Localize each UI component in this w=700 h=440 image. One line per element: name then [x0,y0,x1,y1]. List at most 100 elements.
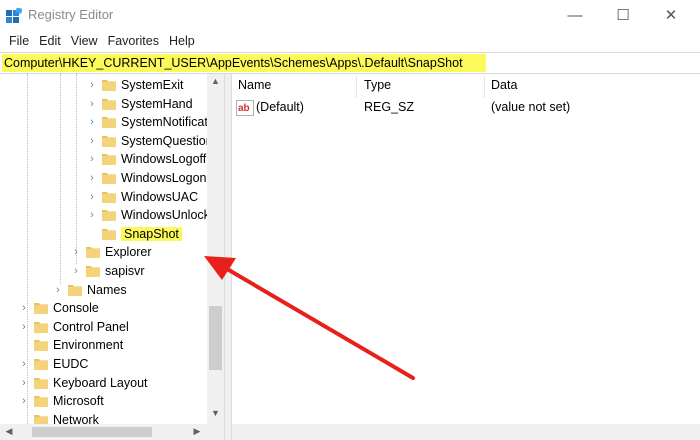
tree-vertical-scrollbar[interactable]: ▲ ▼ [207,74,224,424]
folder-icon [68,284,82,296]
tree-scroll-thumb[interactable] [209,306,222,370]
scroll-up-arrow-icon[interactable]: ▲ [207,76,224,86]
tree-item-keyboard-layout[interactable]: › Keyboard Layout [18,374,148,392]
tree-item-label: WindowsUnlock [121,208,210,223]
tree-item-label: WindowsUAC [121,189,199,204]
menu-edit[interactable]: Edit [34,34,66,48]
tree-item-label: WindowsLogoff [121,152,207,167]
expand-chevron-icon[interactable]: › [18,377,30,389]
folder-icon [102,116,116,129]
tree-item-label: Control Panel [53,319,129,334]
expand-chevron-icon[interactable]: › [18,395,30,407]
expand-chevron-icon[interactable]: › [18,358,30,370]
tree-item-label: SystemExit [121,78,184,92]
tree-item-console[interactable]: › Console [18,299,99,317]
close-button[interactable]: ✕ [648,0,694,30]
expand-chevron-icon[interactable]: › [86,172,98,184]
maximize-icon: ☐ [616,7,630,24]
key-tree-pane: › SystemExit › SystemHand › SystemNotificat › S… [0,74,224,440]
folder-icon [102,172,116,184]
folder-icon [102,98,116,110]
tree-item-label: sapisvr [105,264,145,278]
expand-chevron-icon[interactable]: › [86,135,98,147]
tree-item-label: Explorer [105,245,152,260]
values-horizontal-scrollbar[interactable] [232,424,700,440]
address-path[interactable]: Computer\HKEY_CURRENT_USER\AppEvents\Sch… [2,54,486,72]
tree-item-snapshot[interactable]: SnapShot [86,225,182,243]
column-separator[interactable] [484,76,485,98]
column-separator[interactable] [356,76,357,98]
tree-item-label: SnapShot [121,226,182,241]
tree-item-label: Names [87,282,127,297]
close-icon: ✕ [664,7,678,24]
folder-icon [102,135,116,147]
svg-text:ab: ab [238,103,250,114]
scroll-left-arrow-icon[interactable]: ◀ [4,426,14,437]
folder-icon [102,79,116,91]
folder-icon [102,191,116,203]
column-header-data[interactable]: Data [491,78,517,92]
scroll-down-arrow-icon[interactable]: ▼ [207,408,224,418]
tree-guide-line [60,74,61,284]
values-list-pane: Name Type Data ab (Default) REG_SZ (valu… [232,74,700,440]
folder-icon [34,377,48,389]
tree-item-systemquestion[interactable]: › SystemQuestion [86,132,213,150]
expand-chevron-icon[interactable]: › [18,302,30,314]
tree-item-sapisvr[interactable]: › sapisvr [70,262,145,280]
maximize-button[interactable]: ☐ [600,0,646,30]
tree-horizontal-scrollbar[interactable]: ◀ ▶ [0,424,224,440]
folder-icon [34,358,48,370]
menu-help[interactable]: Help [164,34,200,48]
tree-item-systemnotificat[interactable]: › SystemNotificat [86,113,208,131]
column-header-type[interactable]: Type [364,78,391,92]
window-title: Registry Editor [28,7,114,22]
tree-item-names[interactable]: › Names [52,281,127,299]
expand-chevron-icon[interactable]: › [70,246,82,258]
expand-chevron-icon[interactable]: › [86,116,98,128]
pane-splitter[interactable] [224,74,232,440]
tree-item-microsoft[interactable]: › Microsoft [18,392,104,410]
expand-chevron-icon[interactable]: › [86,153,98,165]
menu-file[interactable]: File [4,34,34,48]
value-name: (Default) [256,100,304,114]
tree-item-windowsunlock[interactable]: › WindowsUnlock [86,206,210,224]
tree-item-systemhand[interactable]: › SystemHand [86,95,192,113]
tree-item-label: Microsoft [53,394,104,409]
tree-hscroll-thumb[interactable] [32,427,152,437]
tree-item-control-panel[interactable]: › Control Panel [18,318,129,336]
tree-item-windowsuac[interactable]: › WindowsUAC [86,188,198,206]
folder-icon [86,265,100,277]
tree-item-label: Console [53,301,99,316]
folder-icon [34,321,48,333]
tree-item-eudc[interactable]: › EUDC [18,355,88,373]
menu-view[interactable]: View [66,34,103,48]
expand-chevron-icon[interactable]: › [86,79,98,91]
tree-item-windowslogon[interactable]: › WindowsLogon [86,169,206,187]
folder-icon [102,209,116,222]
menu-bar: File Edit View Favorites Help [0,31,700,51]
tree-guide-line [76,74,77,264]
tree-item-windowslogoff[interactable]: › WindowsLogoff [86,150,206,168]
expand-chevron-icon[interactable]: › [70,265,82,277]
tree-item-explorer[interactable]: › Explorer [70,243,152,261]
folder-icon [102,228,116,240]
tree-item-label: Keyboard Layout [53,375,148,390]
tree-item-label: WindowsLogon [121,171,207,185]
value-type: REG_SZ [364,100,415,114]
tree-item-systemexit[interactable]: › SystemExit [86,76,184,94]
expand-chevron-icon[interactable]: › [86,191,98,203]
value-row[interactable]: ab (Default) REG_SZ (value not set) [232,99,700,117]
address-bar[interactable]: Computer\HKEY_CURRENT_USER\AppEvents\Sch… [0,52,700,74]
menu-favorites[interactable]: Favorites [103,34,164,48]
expand-chevron-icon[interactable]: › [52,284,64,296]
column-header-name[interactable]: Name [238,78,271,92]
expand-chevron-icon[interactable]: › [86,209,98,221]
string-value-icon: ab [236,100,254,116]
folder-icon [86,246,100,259]
value-data: (value not set) [491,100,571,114]
minimize-button[interactable]: — [552,0,598,30]
expand-chevron-icon[interactable]: › [18,321,30,333]
scroll-right-arrow-icon[interactable]: ▶ [192,426,202,437]
expand-chevron-icon[interactable]: › [86,98,98,110]
tree-item-environment[interactable]: Environment [18,336,123,354]
